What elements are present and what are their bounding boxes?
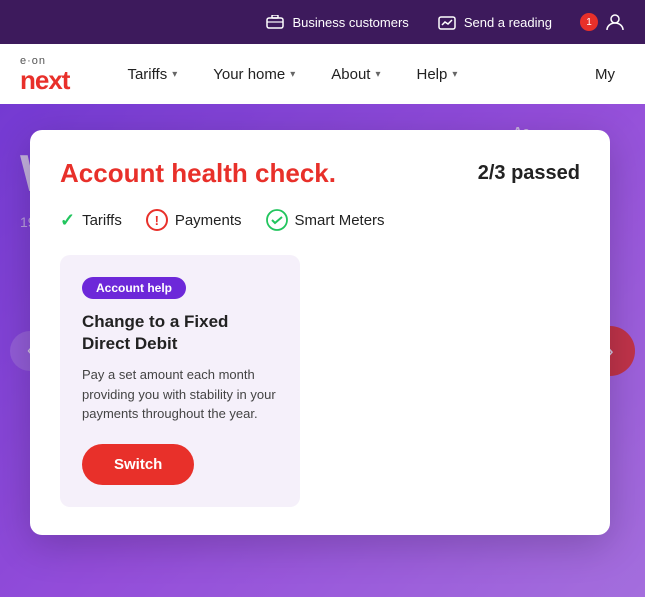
nav-item-about[interactable]: About ▾ bbox=[313, 44, 398, 104]
nav-item-help[interactable]: Help ▾ bbox=[399, 44, 476, 104]
card-title: Change to a Fixed Direct Debit bbox=[82, 311, 278, 355]
business-customers-link[interactable]: Business customers bbox=[265, 12, 408, 32]
chevron-down-icon: ▾ bbox=[172, 69, 177, 80]
business-customers-label: Business customers bbox=[292, 15, 408, 30]
warning-icon: ! bbox=[146, 209, 168, 231]
chevron-down-icon: ▾ bbox=[375, 69, 380, 80]
profile-icon bbox=[605, 12, 625, 32]
chevron-down-icon: ▾ bbox=[290, 69, 295, 80]
checkmark-icon: ✓ bbox=[60, 210, 75, 231]
nav-items: Tariffs ▾ Your home ▾ About ▾ Help ▾ bbox=[109, 44, 585, 104]
nav-item-your-home[interactable]: Your home ▾ bbox=[195, 44, 313, 104]
check-item-payments: ! Payments bbox=[146, 209, 242, 231]
modal-checks: ✓ Tariffs ! Payments Smart Meters bbox=[60, 209, 580, 231]
chevron-down-icon: ▾ bbox=[452, 69, 457, 80]
briefcase-icon bbox=[265, 12, 285, 32]
notification-badge: 1 bbox=[580, 13, 598, 31]
meter-icon bbox=[437, 12, 457, 32]
top-bar: Business customers Send a reading 1 bbox=[0, 0, 645, 44]
notification-item[interactable]: 1 bbox=[580, 12, 625, 32]
switch-button[interactable]: Switch bbox=[82, 444, 194, 485]
checkmark-circle-icon bbox=[266, 209, 288, 231]
send-reading-link[interactable]: Send a reading bbox=[437, 12, 552, 32]
check-label-payments: Payments bbox=[175, 212, 242, 229]
nav-item-my[interactable]: My bbox=[585, 66, 625, 83]
send-reading-label: Send a reading bbox=[464, 15, 552, 30]
check-label-tariffs: Tariffs bbox=[82, 212, 122, 229]
nav-bar: e·on next Tariffs ▾ Your home ▾ About ▾ … bbox=[0, 44, 645, 104]
nav-item-tariffs[interactable]: Tariffs ▾ bbox=[109, 44, 195, 104]
logo[interactable]: e·on next bbox=[20, 56, 69, 93]
check-item-smart-meters: Smart Meters bbox=[266, 209, 385, 231]
check-label-smart-meters: Smart Meters bbox=[295, 212, 385, 229]
card-description: Pay a set amount each month providing yo… bbox=[82, 365, 278, 424]
logo-next: next bbox=[20, 67, 69, 93]
account-health-check-modal: Account health check. 2/3 passed ✓ Tarif… bbox=[30, 130, 610, 535]
modal-score: 2/3 passed bbox=[478, 158, 580, 185]
account-help-badge: Account help bbox=[82, 277, 186, 299]
check-item-tariffs: ✓ Tariffs bbox=[60, 210, 122, 231]
account-help-card: Account help Change to a Fixed Direct De… bbox=[60, 255, 300, 507]
modal-header: Account health check. 2/3 passed bbox=[60, 158, 580, 189]
modal-title: Account health check. bbox=[60, 158, 336, 189]
